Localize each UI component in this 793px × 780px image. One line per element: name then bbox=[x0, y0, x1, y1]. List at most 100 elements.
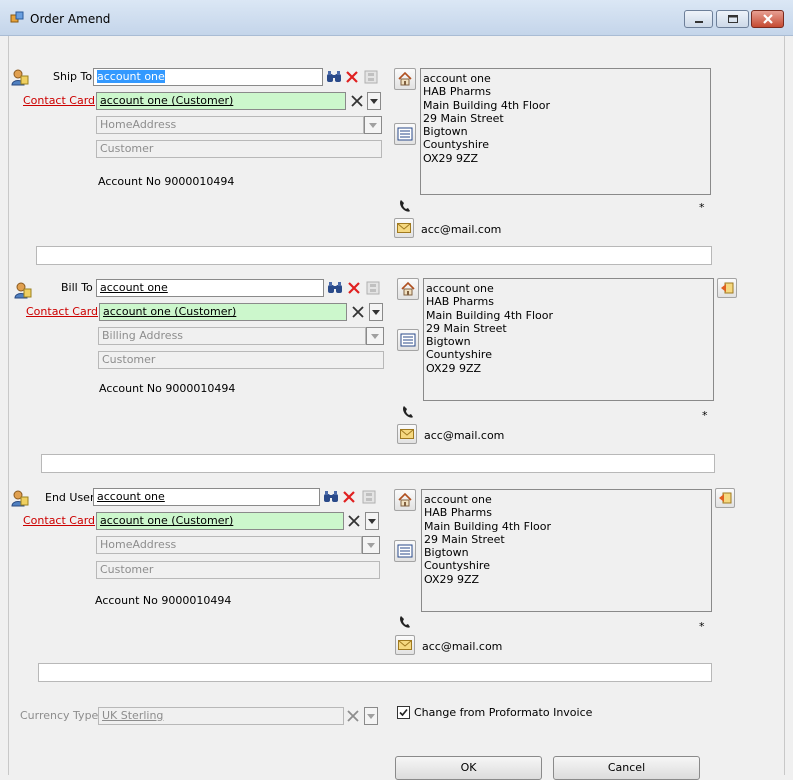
close-icon bbox=[762, 14, 773, 24]
phone-icon[interactable] bbox=[400, 404, 416, 420]
ship-to-contact-combo[interactable]: account one (Customer) bbox=[96, 92, 346, 110]
disabled-action-icon[interactable] bbox=[364, 279, 382, 297]
contact-person-icon[interactable] bbox=[14, 281, 32, 299]
ship-to-customer-field[interactable]: Customer bbox=[96, 140, 382, 158]
envelope-icon bbox=[400, 429, 414, 439]
maximize-icon bbox=[727, 15, 738, 23]
address-type-dropdown-arrow[interactable] bbox=[362, 536, 380, 554]
binoculars-icon[interactable] bbox=[322, 488, 340, 506]
list-icon bbox=[397, 544, 413, 558]
email-button[interactable] bbox=[397, 424, 417, 444]
app-icon bbox=[10, 11, 24, 23]
bill-to-customer-field[interactable]: Customer bbox=[98, 351, 384, 369]
ship-to-address-box: account one HAB Pharms Main Building 4th F… bbox=[420, 68, 711, 195]
currency-dropdown-arrow[interactable] bbox=[364, 707, 378, 725]
address-type-dropdown-arrow[interactable] bbox=[364, 116, 382, 134]
cancel-button[interactable]: Cancel bbox=[553, 756, 700, 780]
proforma-label: Change from Proformato Invoice bbox=[414, 706, 593, 719]
clear-icon[interactable] bbox=[343, 68, 361, 86]
chevron-down-icon bbox=[372, 309, 380, 315]
title-bar: Order Amend bbox=[0, 0, 793, 36]
required-marker: * bbox=[702, 409, 708, 422]
bill-to-notes-field[interactable] bbox=[41, 454, 715, 473]
home-address-button[interactable] bbox=[397, 278, 419, 300]
bill-to-account-input[interactable]: account one bbox=[96, 279, 324, 297]
ship-to-address-type[interactable]: HomeAddress bbox=[96, 116, 364, 134]
end-user-notes-field[interactable] bbox=[38, 663, 712, 682]
ship-to-notes-field[interactable] bbox=[36, 246, 712, 265]
account-number: Account No 9000010494 bbox=[98, 175, 235, 188]
clear-icon[interactable] bbox=[340, 488, 358, 506]
copy-address-button[interactable] bbox=[715, 488, 735, 508]
disabled-action-icon[interactable] bbox=[360, 488, 378, 506]
address-type-dropdown-arrow[interactable] bbox=[366, 327, 384, 345]
home-address-button[interactable] bbox=[394, 489, 416, 511]
account-number: Account No 9000010494 bbox=[99, 382, 236, 395]
chevron-down-icon bbox=[370, 98, 378, 104]
binoculars-icon[interactable] bbox=[325, 68, 343, 86]
end-user-account-input[interactable]: account one bbox=[93, 488, 320, 506]
bill-to-label: Bill To bbox=[61, 281, 93, 294]
contact-dropdown-arrow[interactable] bbox=[365, 512, 379, 530]
contact-card-link[interactable]: Contact Card bbox=[23, 514, 95, 527]
address-list-button[interactable] bbox=[397, 329, 419, 351]
copy-address-button[interactable] bbox=[717, 278, 737, 298]
close-button[interactable] bbox=[751, 10, 784, 28]
clear-icon[interactable] bbox=[345, 279, 363, 297]
proforma-checkbox[interactable] bbox=[397, 706, 410, 719]
contact-dropdown-arrow[interactable] bbox=[367, 92, 381, 110]
binoculars-icon[interactable] bbox=[326, 279, 344, 297]
copy-back-icon bbox=[719, 492, 732, 504]
contact-person-icon[interactable] bbox=[11, 68, 29, 86]
account-number: Account No 9000010494 bbox=[95, 594, 232, 607]
contact-person-icon[interactable] bbox=[11, 489, 29, 507]
minimize-icon bbox=[694, 21, 703, 23]
address-list-button[interactable] bbox=[394, 540, 416, 562]
list-icon bbox=[397, 127, 413, 141]
end-user-customer-field[interactable]: Customer bbox=[96, 561, 380, 579]
contact-dropdown-arrow[interactable] bbox=[369, 303, 383, 321]
required-marker: * bbox=[699, 620, 705, 633]
chevron-down-icon bbox=[369, 122, 377, 128]
copy-back-icon bbox=[721, 282, 734, 294]
currency-type-combo[interactable]: UK Sterling bbox=[98, 707, 344, 725]
bill-to-contact-combo[interactable]: account one (Customer) bbox=[99, 303, 347, 321]
home-icon bbox=[401, 281, 415, 296]
email-text: acc@mail.com bbox=[421, 223, 502, 236]
chevron-down-icon bbox=[371, 333, 379, 339]
minimize-button[interactable] bbox=[684, 10, 713, 28]
home-icon bbox=[398, 71, 412, 86]
email-text: acc@mail.com bbox=[422, 640, 503, 653]
ship-to-account-input[interactable]: account one bbox=[93, 68, 323, 86]
email-button[interactable] bbox=[395, 635, 415, 655]
disabled-action-icon[interactable] bbox=[362, 68, 380, 86]
currency-clear-icon[interactable] bbox=[344, 707, 362, 725]
contact-card-link[interactable]: Contact Card bbox=[23, 94, 95, 107]
contact-clear-icon[interactable] bbox=[349, 303, 367, 321]
maximize-button[interactable] bbox=[716, 10, 749, 28]
ok-button[interactable]: OK bbox=[395, 756, 542, 780]
email-button[interactable] bbox=[394, 218, 414, 238]
chevron-down-icon bbox=[367, 713, 375, 719]
envelope-icon bbox=[398, 640, 412, 650]
end-user-address-box: account one HAB Pharms Main Building 4th F… bbox=[421, 489, 712, 612]
email-text: acc@mail.com bbox=[424, 429, 505, 442]
contact-card-link[interactable]: Contact Card bbox=[26, 305, 98, 318]
checkmark-icon bbox=[399, 708, 408, 717]
end-user-contact-combo[interactable]: account one (Customer) bbox=[96, 512, 344, 530]
home-icon bbox=[398, 492, 412, 507]
end-user-address-type[interactable]: HomeAddress bbox=[96, 536, 362, 554]
end-user-label: End User bbox=[45, 491, 95, 504]
phone-icon[interactable] bbox=[397, 198, 413, 214]
chevron-down-icon bbox=[368, 518, 376, 524]
ship-to-label: Ship To bbox=[53, 70, 93, 83]
contact-clear-icon[interactable] bbox=[345, 512, 363, 530]
bill-to-address-type[interactable]: Billing Address bbox=[98, 327, 366, 345]
list-icon bbox=[400, 333, 416, 347]
phone-icon[interactable] bbox=[397, 614, 413, 630]
currency-type-label: Currency Type bbox=[20, 709, 99, 722]
chevron-down-icon bbox=[367, 542, 375, 548]
contact-clear-icon[interactable] bbox=[348, 92, 366, 110]
home-address-button[interactable] bbox=[394, 68, 416, 90]
address-list-button[interactable] bbox=[394, 123, 416, 145]
